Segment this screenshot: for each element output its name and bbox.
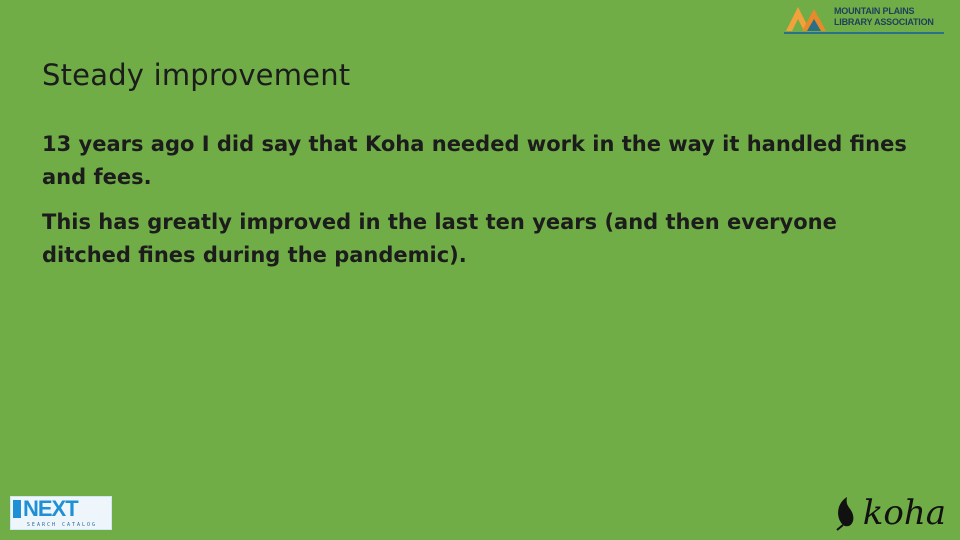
mountain-plains-logo: MOUNTAIN PLAINS LIBRARY ASSOCIATION (784, 0, 944, 34)
koha-logo-word: koha (862, 493, 946, 533)
koha-logo: koha (833, 492, 946, 534)
paragraph-1: 13 years ago I did say that Koha needed … (42, 132, 907, 189)
slide: Steady improvement 13 years ago I did sa… (0, 0, 960, 540)
next-logo-word: NEXT (23, 496, 79, 521)
mpla-line-2: LIBRARY ASSOCIATION (834, 17, 934, 27)
slide-title: Steady improvement (42, 58, 351, 92)
slide-body: 13 years ago I did say that Koha needed … (42, 128, 922, 284)
paragraph-2: This has greatly improved in the last te… (42, 210, 837, 267)
book-icon (13, 500, 21, 518)
mpla-divider (784, 32, 944, 34)
next-search-catalog-logo: NEXT SEARCH CATALOG (10, 496, 112, 530)
mpla-line-1: MOUNTAIN PLAINS (834, 6, 915, 16)
mountain-icon (786, 7, 826, 31)
next-logo-subtitle: SEARCH CATALOG (26, 522, 98, 528)
koha-leaf-icon (836, 497, 854, 531)
